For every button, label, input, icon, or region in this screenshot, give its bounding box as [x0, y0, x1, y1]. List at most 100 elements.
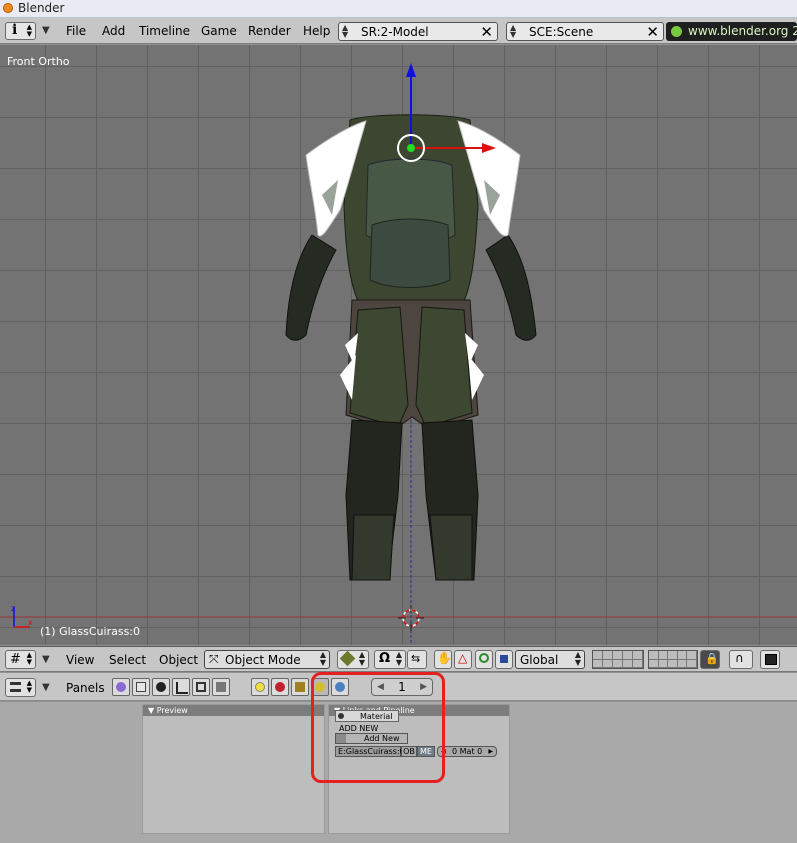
scene-context-button[interactable] [212, 678, 230, 696]
preview-panel-header[interactable]: ▼ Preview [143, 705, 324, 716]
updown-arrows-icon: ▲ ▼ [26, 679, 32, 694]
object-mode-icon: ⤧ [209, 652, 219, 666]
grid-icon: # [10, 652, 21, 667]
menu-help[interactable]: Help [303, 24, 330, 38]
mat-index-value[interactable]: 0 Mat 0 [452, 747, 482, 756]
lock-layers-button[interactable]: 🔒 [700, 650, 720, 669]
scene-icon [216, 682, 226, 692]
material-index-field[interactable]: ◀ 0 Mat 0 ▶ [437, 746, 497, 757]
lamp-context-button[interactable] [251, 678, 269, 696]
render-icon [765, 654, 777, 665]
highlight-annotation [311, 672, 445, 783]
preview-panel-title: Preview [156, 706, 188, 715]
active-object-label: (1) GlassCuirass:0 [40, 625, 140, 638]
collapse-triangle-icon[interactable]: ▼ [42, 682, 50, 693]
lock-icon: 🔒 [705, 652, 719, 665]
mode-label[interactable]: Object Mode [225, 653, 301, 667]
orientation-label[interactable]: Global [520, 653, 558, 667]
collapse-triangle-icon[interactable]: ▼ [42, 25, 50, 36]
orientation-selector[interactable]: Global ▲ ▼ [515, 650, 585, 669]
editor-type-button[interactable]: ▲ ▼ [5, 678, 36, 697]
editing-context-button[interactable] [192, 678, 210, 696]
shading-sphere-icon [156, 682, 166, 692]
logic-icon [116, 682, 126, 692]
hand-icon: ✋ [437, 651, 452, 665]
updown-arrows-icon: ▲ ▼ [574, 650, 581, 667]
menu-select[interactable]: Select [109, 653, 146, 667]
info-header: i ▲ ▼ ▼ File Add Timeline Game Render Hel… [0, 18, 797, 44]
align-button[interactable]: ⇆ [407, 650, 427, 669]
mode-selector[interactable]: ⤧ Object Mode ▲ ▼ [204, 650, 330, 669]
screen-selector[interactable]: ▲ ▼ SR:2-Model ✕ [338, 22, 498, 41]
logic-context-button[interactable] [112, 678, 130, 696]
svg-text:z: z [11, 604, 15, 613]
object-axes-icon [176, 682, 188, 694]
preview-panel: ▼ Preview [142, 704, 325, 834]
close-icon[interactable]: ✕ [646, 23, 659, 41]
editor-type-button[interactable]: # ▲ ▼ [5, 650, 36, 669]
website-text: www.blender.org 24 [688, 24, 797, 38]
3d-view-header: # ▲ ▼ ▼ View Select Object ⤧ Object Mode … [0, 646, 797, 672]
website-label: www.blender.org 24 [666, 22, 797, 41]
updown-arrows-icon[interactable]: ▲ ▼ [342, 24, 356, 39]
updown-arrows-icon[interactable]: ▲ ▼ [510, 24, 524, 39]
menu-render[interactable]: Render [248, 24, 291, 38]
viewport-drawing[interactable]: z x [0, 45, 797, 645]
screen-name[interactable]: SR:2-Model [361, 25, 429, 39]
ring-icon [479, 653, 489, 663]
manipulator-toggle[interactable]: ✋ [434, 650, 452, 669]
menu-game[interactable]: Game [201, 24, 237, 38]
updown-arrows-icon: ▲ ▼ [358, 650, 365, 667]
texture-icon [295, 682, 305, 692]
updown-arrows-icon: ▲ ▼ [319, 650, 326, 667]
menu-add[interactable]: Add [102, 24, 125, 38]
material-sphere-icon [275, 682, 285, 692]
scene-selector[interactable]: ▲ ▼ SCE:Scene ✕ [506, 22, 664, 41]
lamp-icon [255, 682, 265, 692]
buttons-window-icon [10, 682, 21, 692]
object-context-button[interactable] [172, 678, 190, 696]
editor-type-button[interactable]: i ▲ ▼ [5, 22, 36, 40]
axis-gizmo-icon: z x [11, 604, 33, 628]
translate-manipulator-button[interactable]: △ [454, 650, 472, 669]
info-icon: i [12, 22, 18, 38]
panels-label: Panels [66, 681, 105, 695]
shading-context-button[interactable] [152, 678, 170, 696]
script-context-button[interactable] [132, 678, 150, 696]
pivot-icon: Ω [379, 651, 391, 666]
snap-button[interactable]: ∩ [729, 650, 753, 669]
blender-logo-icon [671, 26, 682, 37]
updown-arrows-icon: ▲ ▼ [26, 651, 32, 666]
window-titlebar: Blender [0, 0, 797, 18]
square-icon [500, 655, 508, 663]
rotate-manipulator-button[interactable] [475, 650, 493, 669]
updown-arrows-icon: ▲ ▼ [26, 23, 32, 38]
scene-name[interactable]: SCE:Scene [529, 25, 593, 39]
layer-buttons-right[interactable] [648, 650, 698, 669]
script-icon [136, 682, 146, 692]
texture-context-button[interactable] [291, 678, 309, 696]
draw-type-icon [339, 650, 356, 667]
window-title: Blender [18, 1, 65, 15]
material-context-button[interactable] [271, 678, 289, 696]
pivot-button[interactable]: Ω ▲ ▼ [374, 650, 406, 669]
draw-type-button[interactable]: ▲ ▼ [337, 650, 369, 669]
3d-viewport[interactable]: Front Ortho z x (1) GlassCuirass:0 [0, 45, 797, 645]
arrow-right-icon[interactable]: ▶ [488, 747, 493, 756]
blender-logo-icon [3, 3, 13, 13]
collapse-triangle-icon[interactable]: ▼ [42, 654, 50, 665]
menu-view[interactable]: View [66, 653, 94, 667]
scale-manipulator-button[interactable] [495, 650, 513, 669]
svg-text:x: x [28, 618, 33, 627]
menu-file[interactable]: File [66, 24, 86, 38]
menu-object[interactable]: Object [159, 653, 198, 667]
render-preview-button[interactable] [760, 650, 780, 669]
triangle-icon: △ [458, 651, 468, 665]
magnet-icon: ∩ [735, 651, 744, 665]
align-icon: ⇆ [411, 652, 421, 665]
close-icon[interactable]: ✕ [480, 23, 493, 41]
editing-square-icon [196, 682, 206, 692]
layer-buttons-left[interactable] [592, 650, 644, 669]
updown-arrows-icon: ▲ ▼ [395, 650, 402, 667]
menu-timeline[interactable]: Timeline [139, 24, 190, 38]
